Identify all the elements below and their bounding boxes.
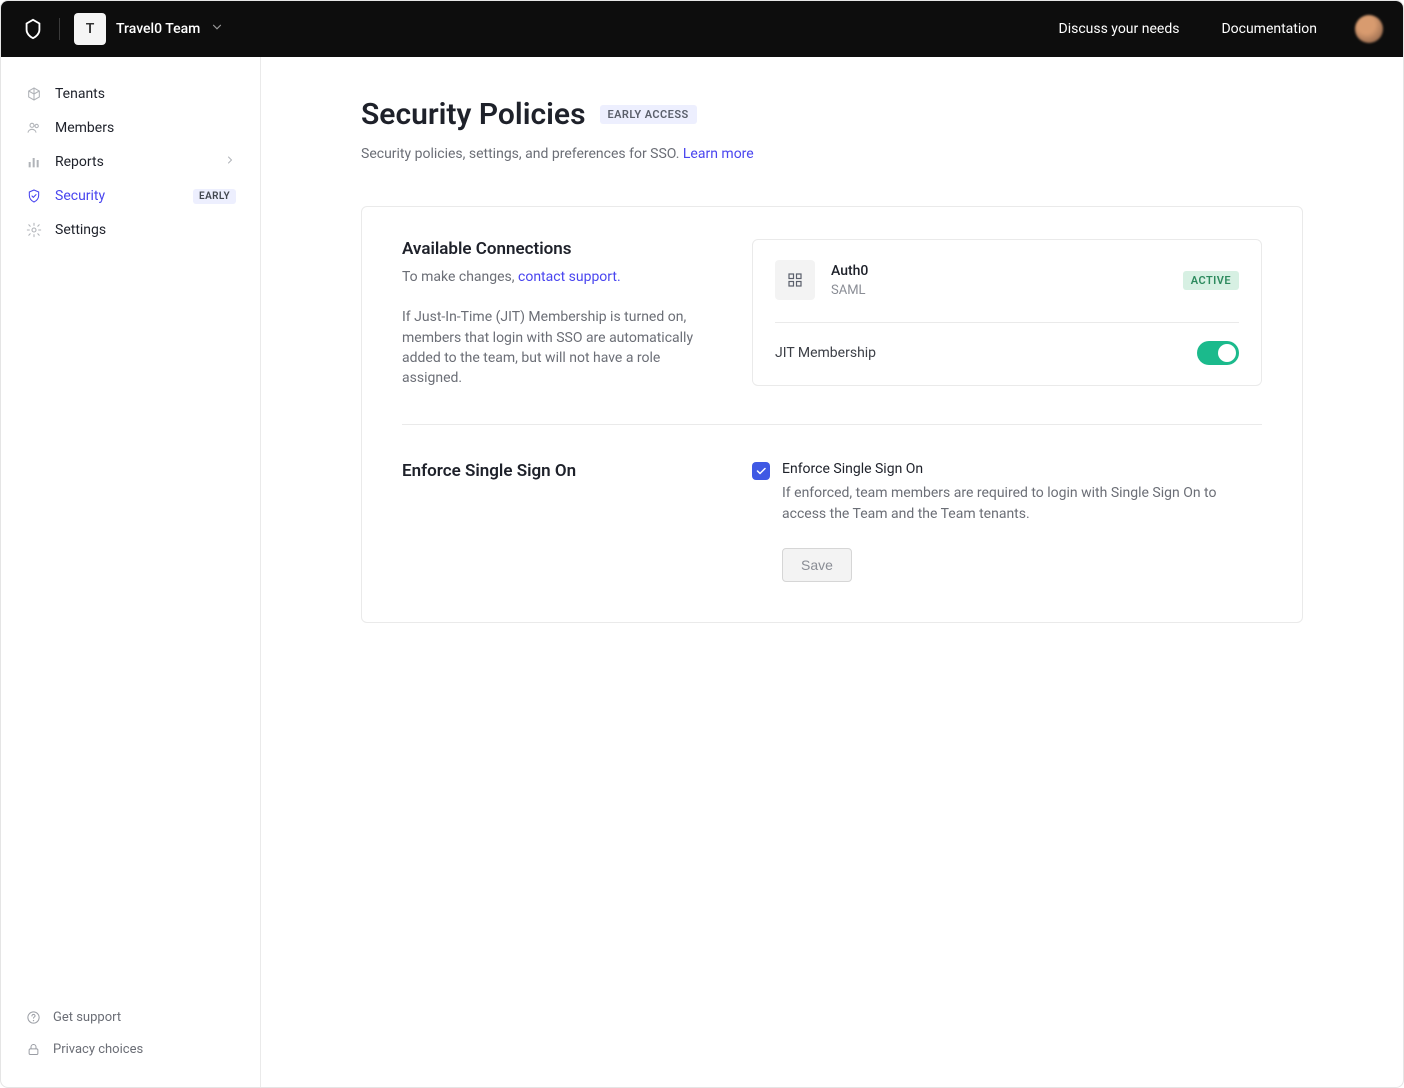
sidebar-item-reports[interactable]: Reports — [15, 145, 246, 179]
sidebar-item-label: Security — [55, 188, 105, 204]
page-title: Security Policies — [361, 97, 586, 132]
sidebar-item-label: Settings — [55, 222, 106, 238]
chevron-down-icon — [210, 20, 224, 38]
cube-icon — [25, 85, 43, 103]
contact-support-link[interactable]: contact support. — [518, 269, 621, 285]
privacy-choices-link[interactable]: Privacy choices — [15, 1035, 246, 1063]
connection-name: Auth0 — [831, 263, 868, 279]
sidebar-item-members[interactable]: Members — [15, 111, 246, 145]
settings-card: Available Connections To make changes, c… — [361, 206, 1303, 623]
contact-support-text: To make changes, contact support. — [402, 267, 712, 287]
enforce-sso-heading: Enforce Single Sign On — [402, 461, 712, 481]
sidebar-item-settings[interactable]: Settings — [15, 213, 246, 247]
sidebar: Tenants Members Reports — [1, 57, 261, 1087]
sidebar-item-label: Reports — [55, 154, 104, 170]
connection-protocol: SAML — [831, 283, 868, 298]
enforce-sso-checkbox[interactable] — [752, 462, 770, 480]
header-divider — [59, 18, 60, 40]
shield-check-icon — [25, 187, 43, 205]
gear-icon — [25, 221, 43, 239]
page-subtitle: Security policies, settings, and prefere… — [361, 146, 1303, 162]
active-badge: ACTIVE — [1183, 271, 1239, 290]
enforce-sso-description: If enforced, team members are required t… — [782, 483, 1262, 524]
footer-label: Privacy choices — [53, 1042, 143, 1057]
main-content: Security Policies EARLY ACCESS Security … — [261, 57, 1403, 1087]
documentation-link[interactable]: Documentation — [1221, 21, 1317, 37]
user-avatar[interactable] — [1355, 15, 1383, 43]
bar-chart-icon — [25, 153, 43, 171]
top-header: T Travel0 Team Discuss your needs Docume… — [1, 1, 1403, 57]
save-button[interactable]: Save — [782, 548, 852, 582]
help-circle-icon — [25, 1009, 41, 1025]
jit-membership-label: JIT Membership — [775, 345, 876, 361]
sidebar-item-security[interactable]: Security EARLY — [15, 179, 246, 213]
available-connections-heading: Available Connections — [402, 239, 712, 259]
discuss-needs-link[interactable]: Discuss your needs — [1059, 21, 1180, 37]
auth0-logo[interactable] — [21, 17, 45, 41]
team-switcher[interactable]: T Travel0 Team — [74, 13, 224, 45]
team-name: Travel0 Team — [116, 21, 200, 37]
get-support-link[interactable]: Get support — [15, 1003, 246, 1031]
connection-card: Auth0 SAML ACTIVE JIT Membership — [752, 239, 1262, 386]
sidebar-item-label: Members — [55, 120, 114, 136]
footer-label: Get support — [53, 1010, 121, 1025]
sidebar-item-label: Tenants — [55, 86, 105, 102]
lock-icon — [25, 1041, 41, 1057]
enforce-sso-label: Enforce Single Sign On — [782, 461, 1262, 477]
early-access-badge: EARLY ACCESS — [600, 105, 697, 124]
learn-more-link[interactable]: Learn more — [683, 146, 754, 162]
early-badge: EARLY — [193, 189, 236, 204]
chevron-right-icon — [224, 154, 236, 170]
jit-description: If Just-In-Time (JIT) Membership is turn… — [402, 307, 712, 388]
grid-icon — [775, 260, 815, 300]
sidebar-item-tenants[interactable]: Tenants — [15, 77, 246, 111]
users-icon — [25, 119, 43, 137]
team-initial-badge: T — [74, 13, 106, 45]
jit-membership-toggle[interactable] — [1197, 341, 1239, 365]
